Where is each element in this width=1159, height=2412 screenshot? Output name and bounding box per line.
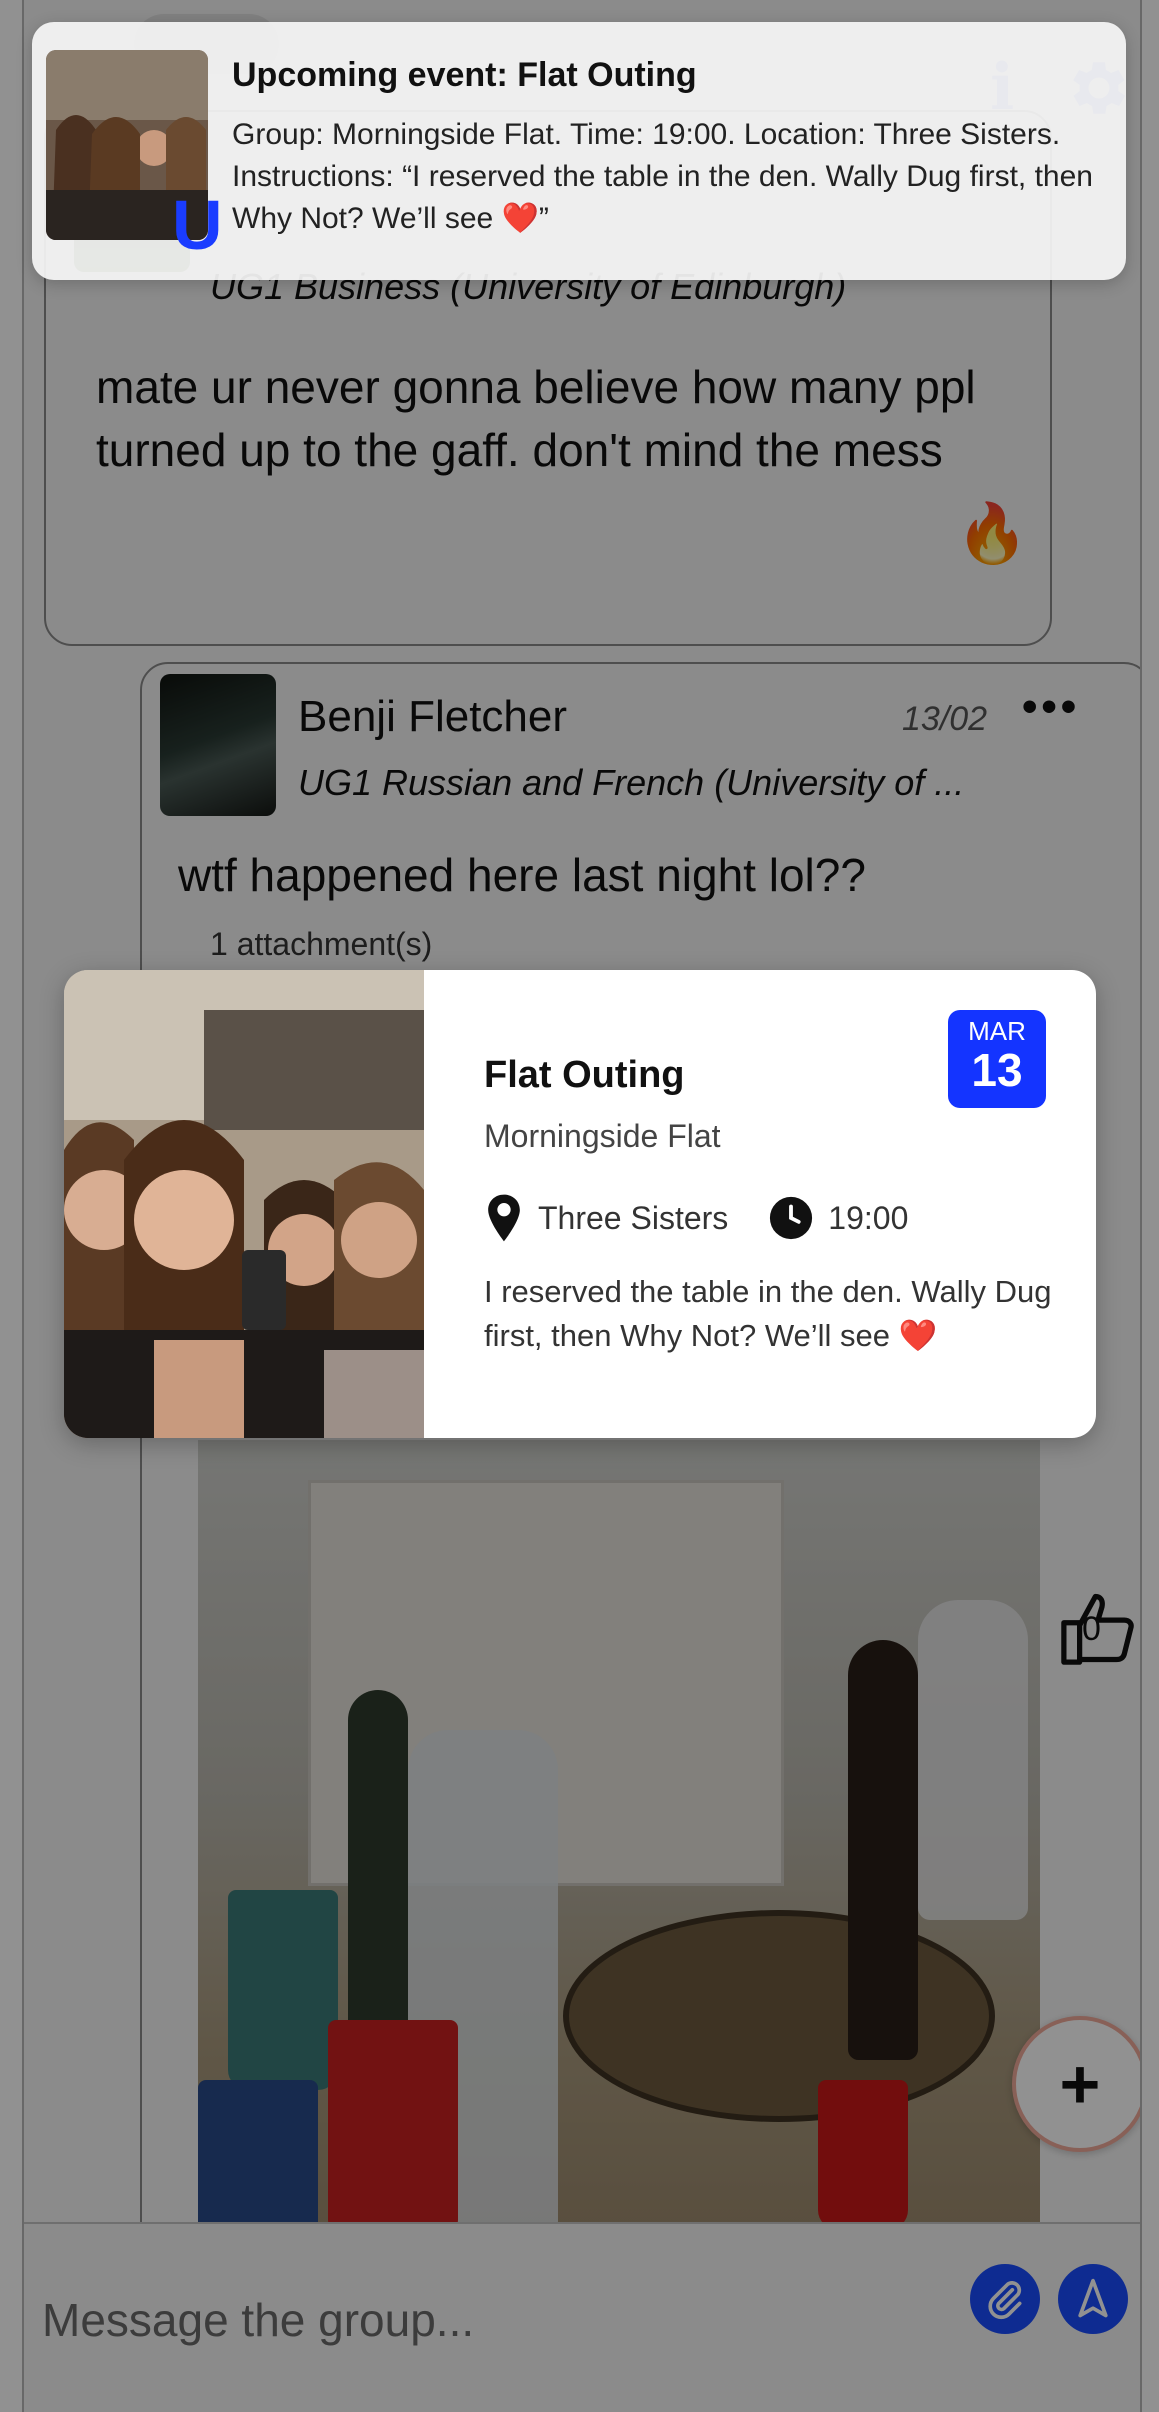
- event-date-badge: MAR 13: [948, 1010, 1046, 1108]
- clock-icon: [770, 1196, 813, 1240]
- app-logo: U: [172, 186, 223, 264]
- event-description: I reserved the table in the den. Wally D…: [484, 1274, 1052, 1353]
- notification-title: Upcoming event: Flat Outing: [232, 56, 697, 94]
- event-details-row: Three Sisters 19:00: [484, 1188, 908, 1248]
- location-pin-icon: [488, 1194, 520, 1242]
- event-photo: [64, 970, 424, 1438]
- notification-body: Group: Morningside Flat. Time: 19:00. Lo…: [232, 118, 1093, 235]
- event-location: Three Sisters: [538, 1199, 729, 1236]
- event-title: Flat Outing: [484, 1054, 685, 1096]
- event-card[interactable]: Flat Outing Morningside Flat Three Siste…: [64, 970, 1096, 1438]
- event-day: 13: [971, 1044, 1023, 1096]
- event-month: MAR: [968, 1016, 1026, 1046]
- event-notification[interactable]: U Upcoming event: Flat Outing Group: Mor…: [32, 22, 1126, 280]
- event-time: 19:00: [828, 1199, 909, 1236]
- event-group: Morningside Flat: [484, 1118, 721, 1154]
